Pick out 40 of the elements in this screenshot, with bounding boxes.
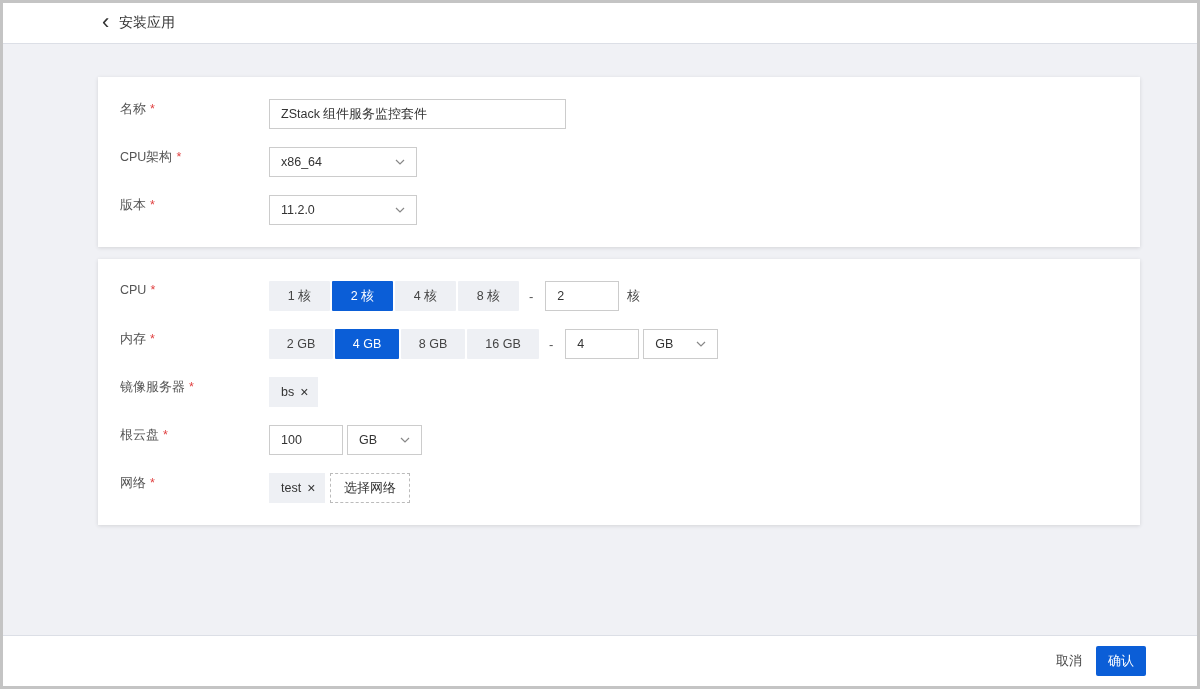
- field-label: 镜像服务器 *: [120, 379, 195, 396]
- range-separator: -: [548, 336, 555, 352]
- input-field[interactable]: 100: [269, 425, 343, 455]
- remove-button[interactable]: ×: [300, 384, 309, 400]
- page-title: 安装应用: [119, 14, 176, 32]
- option-button[interactable]: 4 GB: [335, 329, 399, 359]
- field-label: 根云盘 *: [120, 427, 169, 444]
- option-button[interactable]: 8 核: [458, 281, 519, 311]
- field-label: 网络 *: [120, 475, 156, 492]
- input-field[interactable]: 2: [545, 281, 620, 311]
- option-button[interactable]: 16 GB: [467, 329, 539, 359]
- input-field[interactable]: 4: [565, 329, 640, 359]
- select-field[interactable]: GB: [643, 329, 719, 359]
- chevron-down-icon: [395, 207, 405, 213]
- chevron-down-icon: [400, 437, 410, 443]
- chevron-down-icon: [395, 159, 405, 165]
- select-field[interactable]: x86_64: [269, 147, 417, 177]
- field-label: 内存 *: [120, 331, 156, 348]
- field-label: 版本 *: [120, 197, 156, 214]
- field-label: CPU架构 *: [120, 149, 183, 166]
- tag: bs ×: [269, 377, 319, 407]
- select-network-button[interactable]: 选择网络: [330, 473, 411, 503]
- option-button[interactable]: 1 核: [269, 281, 330, 311]
- select-field[interactable]: 11.2.0: [269, 195, 417, 225]
- option-button[interactable]: 2 GB: [269, 329, 333, 359]
- cancel-button[interactable]: 取消: [1056, 652, 1082, 670]
- option-button[interactable]: 8 GB: [401, 329, 465, 359]
- field-label: CPU *: [120, 282, 157, 297]
- range-separator: -: [528, 288, 535, 304]
- remove-button[interactable]: ×: [307, 480, 316, 496]
- input-field[interactable]: ZStack 组件服务监控套件: [269, 99, 566, 129]
- unit-label: 核: [627, 287, 641, 305]
- confirm-button[interactable]: 确认: [1096, 646, 1146, 676]
- option-button[interactable]: 4 核: [395, 281, 456, 311]
- option-button[interactable]: 2 核: [332, 281, 393, 311]
- field-label: 名称 *: [120, 101, 156, 118]
- select-field[interactable]: GB: [347, 425, 422, 455]
- tag: test ×: [269, 473, 326, 503]
- back-button[interactable]: ‹: [102, 10, 110, 36]
- chevron-down-icon: [696, 341, 707, 347]
